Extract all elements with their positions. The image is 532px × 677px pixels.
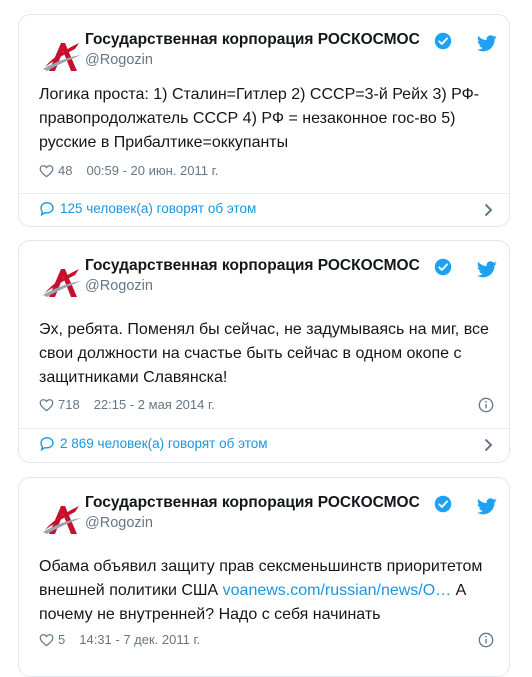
author-handle[interactable]: @Rogozin bbox=[85, 278, 153, 294]
info-icon[interactable] bbox=[478, 397, 494, 413]
author-name[interactable]: Государственная корпорация РОСКОСМОС bbox=[85, 494, 420, 512]
tweet-text: Обама объявил защиту прав сексменьшинств… bbox=[39, 555, 494, 627]
tweet-text: Эх, ребята. Поменял бы сейчас, не задумы… bbox=[39, 321, 489, 386]
heart-icon[interactable] bbox=[39, 633, 54, 647]
tweet-meta: 718 22:15 - 2 мая 2014 г. bbox=[39, 397, 215, 412]
heart-icon[interactable] bbox=[39, 164, 54, 178]
twitter-bird-icon[interactable] bbox=[477, 261, 497, 278]
roscosmos-logo-avatar[interactable] bbox=[39, 496, 83, 540]
tweet-timestamp[interactable]: 14:31 - 7 дек. 2011 г. bbox=[79, 632, 200, 647]
twitter-bird-icon[interactable] bbox=[477, 498, 497, 515]
info-icon[interactable] bbox=[478, 632, 494, 648]
tweet-meta: 48 00:59 - 20 июн. 2011 г. bbox=[39, 163, 218, 178]
reply-bubble-icon bbox=[40, 202, 54, 216]
like-count: 48 bbox=[58, 163, 73, 178]
heart-icon[interactable] bbox=[39, 398, 54, 412]
divider bbox=[19, 193, 509, 194]
conversation-link[interactable]: 125 человек(а) говорят об этом bbox=[39, 201, 256, 216]
author-name[interactable]: Государственная корпорация РОСКОСМОС bbox=[85, 257, 420, 275]
reply-bubble-icon bbox=[40, 437, 54, 451]
chevron-right-icon[interactable] bbox=[484, 203, 493, 217]
tweet-text: Логика проста: 1) Сталин=Гитлер 2) СССР=… bbox=[39, 86, 480, 151]
conversation-count[interactable]: 2 869 человек(а) говорят об этом bbox=[60, 436, 268, 451]
tweet-timestamp[interactable]: 00:59 - 20 июн. 2011 г. bbox=[86, 163, 218, 178]
tweet-meta: 5 14:31 - 7 дек. 2011 г. bbox=[39, 632, 200, 647]
tweet-card[interactable]: Государственная корпорация РОСКОСМОС @Ro… bbox=[18, 477, 510, 677]
conversation-count[interactable]: 125 человек(а) говорят об этом bbox=[60, 201, 256, 216]
tweet-link[interactable]: voanews.com/russian/news/O… bbox=[223, 582, 452, 599]
like-count: 718 bbox=[58, 397, 80, 412]
tweet-timestamp[interactable]: 22:15 - 2 мая 2014 г. bbox=[94, 397, 215, 412]
verified-badge-icon bbox=[434, 32, 452, 50]
verified-badge-icon bbox=[434, 258, 452, 276]
twitter-bird-icon[interactable] bbox=[477, 35, 497, 52]
chevron-right-icon[interactable] bbox=[484, 438, 493, 452]
roscosmos-logo-avatar[interactable] bbox=[39, 259, 83, 303]
author-handle[interactable]: @Rogozin bbox=[85, 52, 153, 68]
roscosmos-logo-avatar[interactable] bbox=[39, 33, 83, 77]
verified-badge-icon bbox=[434, 495, 452, 513]
like-count: 5 bbox=[58, 632, 66, 647]
author-handle[interactable]: @Rogozin bbox=[85, 515, 153, 531]
conversation-link[interactable]: 2 869 человек(а) говорят об этом bbox=[39, 436, 268, 451]
tweet-card[interactable]: Государственная корпорация РОСКОСМОС @Ro… bbox=[18, 240, 510, 463]
tweet-card[interactable]: Государственная корпорация РОСКОСМОС @Ro… bbox=[18, 14, 510, 227]
author-name[interactable]: Государственная корпорация РОСКОСМОС bbox=[85, 31, 420, 49]
divider bbox=[19, 428, 509, 429]
